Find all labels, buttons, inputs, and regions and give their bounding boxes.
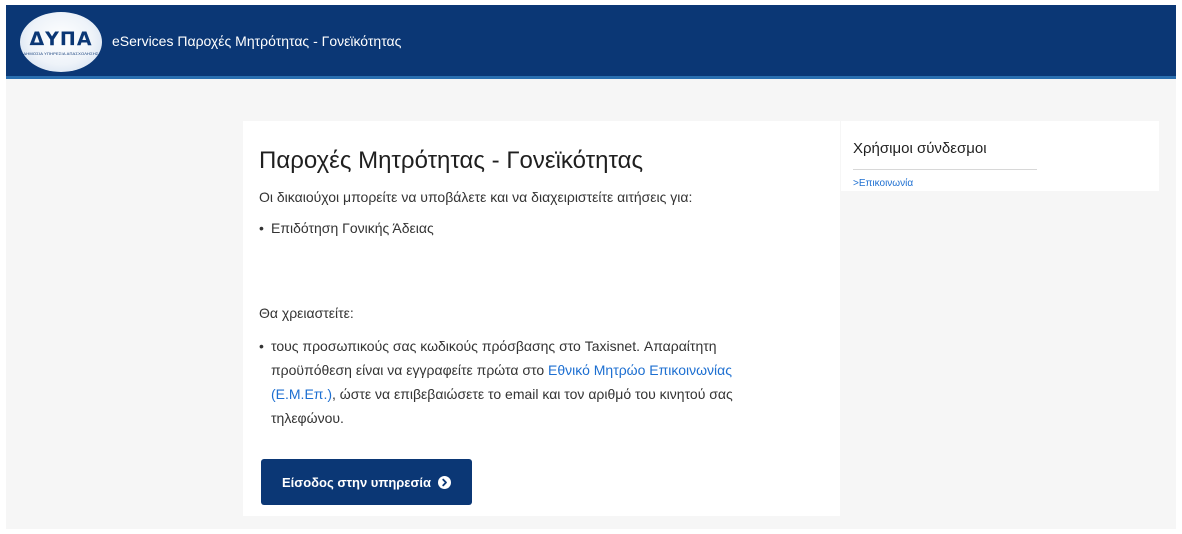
benefit-list: Επιδότηση Γονικής Άδειας [259, 220, 434, 236]
requirements-list: τους προσωπικούς σας κωδικούς πρόσβασης … [259, 334, 799, 430]
intro-text: Οι δικαιούχοι μπορείτε να υποβάλετε και … [259, 189, 693, 205]
contact-link[interactable]: >Επικοινωνία [853, 178, 913, 189]
logo-mark: ΔΥΠΑ [29, 27, 93, 50]
chevron-right-circle-icon [437, 475, 451, 489]
useful-links-sidebar: Χρήσιμοι σύνδεσμοι >Επικοινωνία [841, 121, 1159, 191]
requirement-item: τους προσωπικούς σας κωδικούς πρόσβασης … [259, 334, 799, 430]
site-header: ΔΥΠΑ ΔΗΜΟΣΙΑ ΥΠΗΡΕΣΙΑ ΑΠΑΣΧΟΛΗΣΗΣ eServi… [6, 5, 1176, 79]
enter-service-button[interactable]: Είσοδος στην υπηρεσία [261, 459, 472, 505]
requirements-heading: Θα χρειαστείτε: [259, 305, 354, 321]
logo-subtitle: ΔΗΜΟΣΙΑ ΥΠΗΡΕΣΙΑ ΑΠΑΣΧΟΛΗΣΗΣ [23, 50, 99, 56]
enter-service-label: Είσοδος στην υπηρεσία [282, 474, 431, 490]
page-title: Παροχές Μητρότητας - Γονεϊκότητας [259, 147, 644, 174]
benefit-item: Επιδότηση Γονικής Άδειας [259, 220, 434, 236]
dypa-logo[interactable]: ΔΥΠΑ ΔΗΜΟΣΙΑ ΥΠΗΡΕΣΙΑ ΑΠΑΣΧΟΛΗΣΗΣ [20, 12, 102, 72]
sidebar-divider [853, 169, 1037, 170]
useful-links-title: Χρήσιμοι σύνδεσμοι [853, 140, 987, 157]
main-content-card: Παροχές Μητρότητας - Γονεϊκότητας Οι δικ… [243, 121, 840, 516]
site-title[interactable]: eServices Παροχές Μητρότητας - Γονεϊκότη… [112, 33, 401, 49]
requirement-text-after: , ώστε να επιβεβαιώσετε το email και τον… [271, 386, 733, 426]
